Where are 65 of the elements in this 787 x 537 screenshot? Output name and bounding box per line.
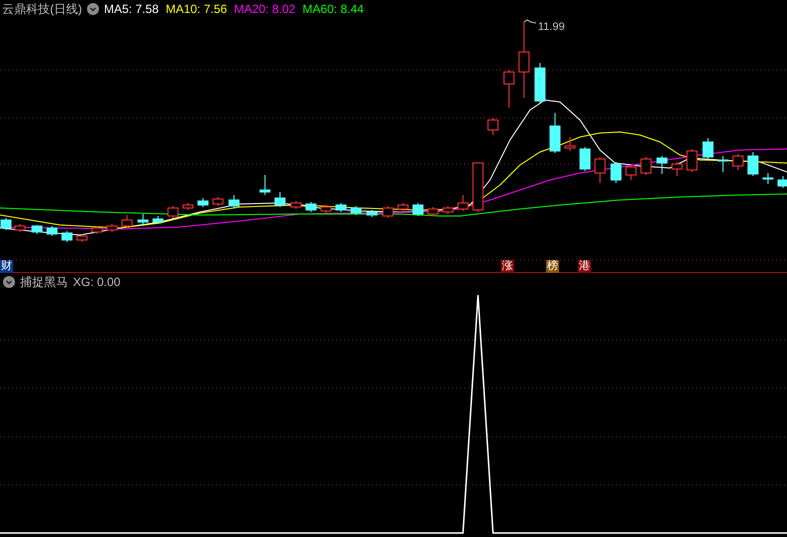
candlestick: [92, 226, 102, 234]
candlestick: [152, 216, 164, 224]
collapse-icon[interactable]: [3, 276, 15, 288]
candlestick: [778, 176, 787, 188]
candlestick: [0, 218, 12, 230]
candlestick: [732, 154, 744, 170]
candlestick: [702, 138, 714, 160]
candlestick: [686, 148, 698, 172]
indicator-name: 捕捉黑马: [20, 274, 68, 291]
candlestick: [594, 156, 606, 184]
candlestick: [14, 224, 26, 232]
indicator-reading: XG: 0.00: [73, 274, 120, 291]
candlestick: [748, 152, 758, 176]
candlestick: [260, 174, 270, 196]
candlestick: [762, 172, 774, 184]
candlestick: [306, 202, 316, 212]
event-marker[interactable]: 涨: [501, 260, 514, 273]
candlestick: [212, 196, 224, 206]
event-marker[interactable]: 港: [578, 260, 591, 273]
candlestick: [580, 146, 590, 172]
candlestick: [350, 206, 362, 216]
leader-line: [524, 19, 536, 24]
candlestick: [472, 162, 484, 212]
candlestick: [564, 136, 576, 152]
candlestick: [550, 112, 560, 154]
candlestick: [412, 202, 424, 216]
ma-reading: MA60: 8.44: [302, 1, 364, 18]
candlestick: [198, 198, 208, 208]
candlestick: [106, 224, 118, 232]
candlestick: [672, 162, 682, 176]
candlestick: [504, 70, 514, 108]
candlestick: [488, 118, 498, 136]
event-marker[interactable]: 榜: [546, 260, 559, 273]
candlestick: [398, 202, 408, 212]
ma-reading: MA5: 7.58: [104, 1, 159, 18]
candlestick: [46, 226, 58, 236]
candlestick: [656, 156, 668, 174]
candlestick: [228, 194, 240, 208]
candlestick: [458, 194, 468, 212]
event-marker[interactable]: 财: [0, 260, 13, 273]
candlestick: [320, 204, 332, 214]
candlestick: [62, 230, 72, 242]
ma-reading: MA20: 8.02: [234, 1, 296, 18]
candlestick: [626, 164, 636, 180]
candlestick: [442, 206, 454, 214]
ma-reading: MA10: 7.56: [166, 1, 228, 18]
candlestick: [76, 234, 88, 242]
candlestick: [428, 206, 438, 216]
candlestick: [718, 156, 728, 172]
candlestick: [382, 206, 394, 218]
candlestick: [534, 62, 546, 104]
candlestick: [138, 214, 148, 226]
candlestick: [274, 192, 286, 208]
chart-title: 云鼎科技(日线): [2, 1, 82, 18]
candlestick: [32, 224, 42, 234]
candlestick: [610, 162, 622, 184]
candlestick: [336, 202, 346, 212]
candlestick: [640, 156, 652, 176]
collapse-icon[interactable]: [87, 3, 99, 15]
candlestick: [182, 202, 194, 210]
candlestick: [168, 206, 178, 218]
candlestick: [290, 200, 302, 210]
candlestick: [366, 210, 378, 218]
candlestick: [122, 214, 132, 228]
high-price-label: 11.99: [538, 20, 565, 35]
